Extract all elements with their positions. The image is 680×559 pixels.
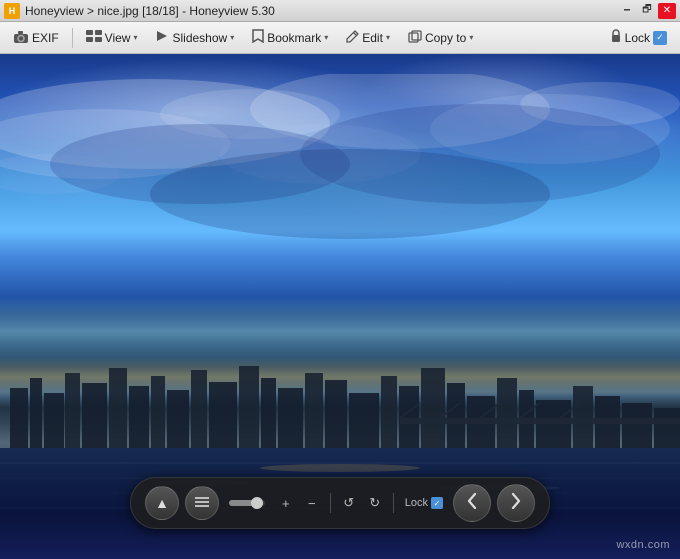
watermark: wxdn.com bbox=[616, 539, 670, 551]
view-chevron: ▾ bbox=[133, 33, 137, 42]
close-button[interactable]: ✕ bbox=[658, 3, 676, 19]
icon-separator-1 bbox=[330, 493, 331, 513]
bookmark-button[interactable]: Bookmark ▾ bbox=[245, 26, 335, 50]
view-icon bbox=[86, 30, 102, 45]
minimize-button[interactable]: 🗕 bbox=[618, 3, 636, 19]
menu-button[interactable] bbox=[185, 486, 219, 520]
slideshow-icon bbox=[155, 30, 169, 45]
lock-check-small-icon: ✓ bbox=[431, 497, 443, 509]
rotate-ccw-button[interactable]: ↺ bbox=[338, 492, 360, 514]
slideshow-chevron: ▾ bbox=[230, 33, 234, 42]
view-button[interactable]: View ▾ bbox=[79, 26, 145, 50]
restore-button[interactable]: 🗗 bbox=[638, 3, 656, 19]
city-silhouette bbox=[0, 358, 680, 448]
progress-slider[interactable] bbox=[229, 500, 265, 506]
slideshow-label: Slideshow bbox=[172, 31, 227, 45]
lock-label: Lock bbox=[625, 31, 650, 45]
app-icon: H bbox=[4, 3, 20, 19]
slideshow-button[interactable]: Slideshow ▾ bbox=[148, 26, 241, 50]
lock-small-label: Lock bbox=[405, 497, 428, 509]
eject-button[interactable]: ▲ bbox=[145, 486, 179, 520]
edit-label: Edit bbox=[362, 31, 383, 45]
clouds-overlay bbox=[0, 54, 680, 382]
bookmark-chevron: ▾ bbox=[324, 33, 328, 42]
rotate-cw-button[interactable]: ↻ bbox=[364, 492, 386, 514]
camera-icon bbox=[13, 31, 29, 44]
prev-icon bbox=[467, 493, 477, 514]
next-icon bbox=[511, 493, 521, 514]
lock-icon bbox=[610, 29, 622, 46]
bookmark-label: Bookmark bbox=[267, 31, 321, 45]
title-bar: H Honeyview > nice.jpg [18/18] - Honeyvi… bbox=[0, 0, 680, 22]
progress-thumb[interactable] bbox=[251, 497, 263, 509]
bookmark-icon bbox=[252, 29, 264, 46]
copyto-button[interactable]: Copy to ▾ bbox=[401, 26, 480, 50]
title-controls: 🗕 🗗 ✕ bbox=[618, 3, 676, 19]
view-label: View bbox=[105, 31, 131, 45]
zoom-in-button[interactable]: + bbox=[275, 492, 297, 514]
icon-separator-2 bbox=[393, 493, 394, 513]
eject-icon: ▲ bbox=[155, 495, 169, 511]
exif-button[interactable]: EXIF bbox=[6, 26, 66, 50]
edit-icon bbox=[346, 30, 359, 46]
lock-check-icon: ✓ bbox=[653, 31, 667, 45]
exif-label: EXIF bbox=[32, 31, 59, 45]
toolbar-separator-1 bbox=[72, 28, 73, 48]
icon-row: + − ↺ ↻ Lock ✓ bbox=[275, 492, 447, 514]
title-left: H Honeyview > nice.jpg [18/18] - Honeyvi… bbox=[4, 3, 275, 19]
toolbar: EXIF View ▾ Slideshow ▾ Bookm bbox=[0, 22, 680, 54]
edit-button[interactable]: Edit ▾ bbox=[339, 26, 397, 50]
progress-track[interactable] bbox=[229, 500, 265, 506]
lock-button[interactable]: Lock ✓ bbox=[603, 26, 674, 50]
title-text: Honeyview > nice.jpg [18/18] - Honeyview… bbox=[25, 4, 275, 18]
copyto-chevron: ▾ bbox=[469, 33, 473, 42]
copyto-icon bbox=[408, 30, 422, 46]
next-button[interactable] bbox=[497, 484, 535, 522]
zoom-out-button[interactable]: − bbox=[301, 492, 323, 514]
prev-button[interactable] bbox=[453, 484, 491, 522]
bottom-toolbar: ▲ + − bbox=[130, 477, 550, 529]
main-image-area: wxdn.com ▲ + bbox=[0, 54, 680, 559]
lock-small-button[interactable]: Lock ✓ bbox=[401, 495, 447, 511]
edit-chevron: ▾ bbox=[386, 33, 390, 42]
copyto-label: Copy to bbox=[425, 31, 466, 45]
menu-icon bbox=[194, 495, 210, 511]
